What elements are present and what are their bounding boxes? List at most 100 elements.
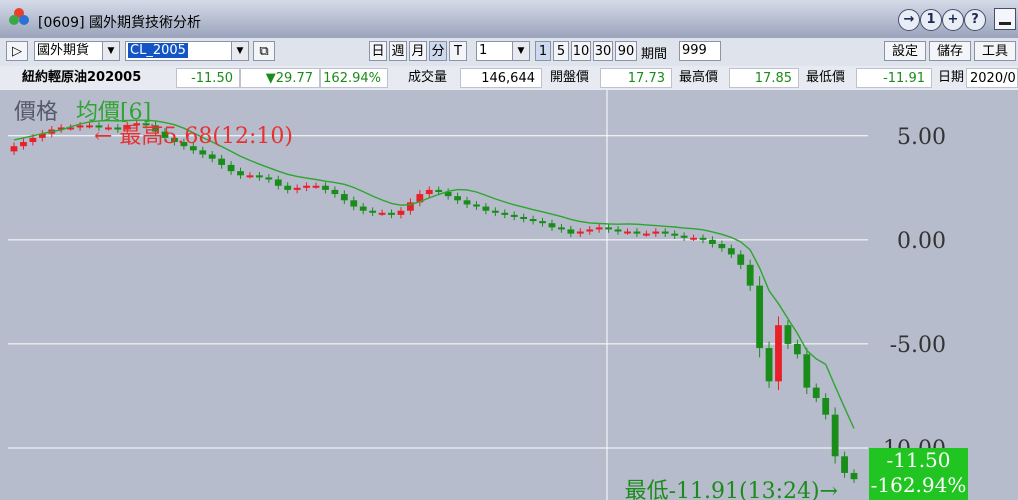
candle-body <box>775 325 782 382</box>
period-minute-button[interactable]: 分 <box>429 41 447 61</box>
date-label: 日期 <box>938 70 965 85</box>
candle-body <box>227 164 235 172</box>
period-month-button[interactable]: 月 <box>409 41 427 61</box>
candle-body <box>340 194 348 201</box>
candle-body <box>812 387 820 399</box>
candle-body <box>378 212 386 215</box>
low-label: 最低價 <box>806 70 846 85</box>
interval-select[interactable]: 1 ▼ <box>476 41 530 61</box>
candle-body <box>756 285 764 349</box>
period-day-button[interactable]: 日 <box>369 41 387 61</box>
volume-value: 146,644 <box>460 68 542 88</box>
chart-background <box>0 90 1018 500</box>
price-label: 價格 <box>14 100 58 125</box>
title-bar: [0609] 國外期貨技術分析 → 1 + ? <box>0 0 1018 39</box>
candle-body <box>765 348 773 382</box>
period-count-input[interactable]: 999 <box>679 41 721 61</box>
candle-body <box>491 210 499 213</box>
candle-body <box>850 472 858 480</box>
forward-icon[interactable]: → <box>898 9 920 31</box>
candle-body <box>680 235 688 238</box>
candle-body <box>208 154 216 159</box>
chevron-down-icon: ▼ <box>231 42 248 60</box>
market-select-value: 國外期貨 <box>37 43 90 58</box>
candle-body <box>520 216 528 220</box>
toolbar: ▷ 國外期貨 ▼ CL_2005 ▼ ⧉ 日 週 月 分 T 1 ▼ 1 5 1… <box>0 38 1018 67</box>
search-icon[interactable]: ⧉ <box>253 41 275 61</box>
high-label: 最高價 <box>679 70 719 85</box>
candle-body <box>624 231 631 234</box>
candle-body <box>76 125 84 128</box>
candle-body <box>359 206 367 211</box>
minimize-button[interactable] <box>994 8 1016 30</box>
candle-body <box>614 229 622 232</box>
high-marker: ← 最高5.68(12:10) <box>94 124 293 149</box>
open-value: 17.73 <box>600 68 672 88</box>
play-button[interactable]: ▷ <box>6 41 28 61</box>
candle-body <box>265 177 273 180</box>
window-one-icon[interactable]: 1 <box>920 9 942 31</box>
candle-body <box>727 248 735 255</box>
y-tick-label: -5.00 <box>890 333 946 358</box>
candle-body <box>435 189 443 192</box>
candle-body <box>841 456 848 473</box>
candle-body <box>303 185 310 188</box>
interval-90-button[interactable]: 90 <box>615 41 637 61</box>
candle-body <box>718 244 726 249</box>
save-button[interactable]: 儲存 <box>929 41 971 61</box>
candle-body <box>397 210 405 215</box>
candle-body <box>803 354 811 388</box>
market-select[interactable]: 國外期貨 ▼ <box>34 41 120 61</box>
candle-body <box>218 158 226 165</box>
candle-body <box>454 196 461 201</box>
open-label: 開盤價 <box>550 70 590 85</box>
candle-body <box>690 237 697 240</box>
candle-body <box>576 231 584 234</box>
candle-body <box>784 325 792 344</box>
candle-body <box>642 233 650 236</box>
volume-label: 成交量 <box>408 70 448 85</box>
candle-body <box>246 175 254 178</box>
last-price-pct: -162.94% <box>870 473 967 497</box>
candle-body <box>199 150 207 155</box>
chevron-down-icon: ▼ <box>512 42 529 60</box>
chevron-down-icon: ▼ <box>102 42 119 60</box>
candle-body <box>605 227 613 230</box>
candle-body <box>793 343 801 355</box>
high-value: 17.85 <box>729 68 799 88</box>
add-window-icon[interactable]: + <box>942 9 964 31</box>
help-icon[interactable]: ? <box>964 9 986 31</box>
app-logo-icon <box>9 8 29 25</box>
candle-body <box>709 239 716 245</box>
y-tick-label: 0.00 <box>897 229 946 254</box>
candle-body <box>737 254 745 265</box>
candle-body <box>661 231 669 234</box>
period-count-label: 期間 <box>641 47 668 62</box>
settings-button[interactable]: 設定 <box>884 41 926 61</box>
candle-body <box>463 200 471 205</box>
interval-30-button[interactable]: 30 <box>593 41 613 61</box>
price-change-pct: 162.94% <box>320 68 388 88</box>
interval-select-value: 1 <box>479 43 488 58</box>
tools-button[interactable]: 工具 <box>974 41 1016 61</box>
candle-body <box>322 185 329 190</box>
interval-1-button[interactable]: 1 <box>535 41 551 61</box>
candle-body <box>369 210 377 213</box>
period-tick-button[interactable]: T <box>449 41 467 61</box>
candle-body <box>284 185 292 190</box>
candle-body <box>312 185 320 188</box>
instrument-name: 紐約輕原油202005 <box>22 70 142 85</box>
candle-body <box>558 227 565 230</box>
symbol-input[interactable]: CL_2005 ▼ <box>125 41 249 61</box>
period-week-button[interactable]: 週 <box>389 41 407 61</box>
interval-10-button[interactable]: 10 <box>571 41 591 61</box>
candle-body <box>539 221 546 224</box>
interval-5-button[interactable]: 5 <box>553 41 569 61</box>
average-label: 均價[6] <box>76 100 151 125</box>
candle-body <box>652 231 660 234</box>
candle-body <box>29 137 37 143</box>
price-chart[interactable]: 5.000.00-5.00-10.00 價格 均價[6] ← 最高5.68(12… <box>0 90 1018 500</box>
low-value: -11.91 <box>856 68 932 88</box>
candle-body <box>10 146 18 152</box>
candle-body <box>501 212 509 215</box>
